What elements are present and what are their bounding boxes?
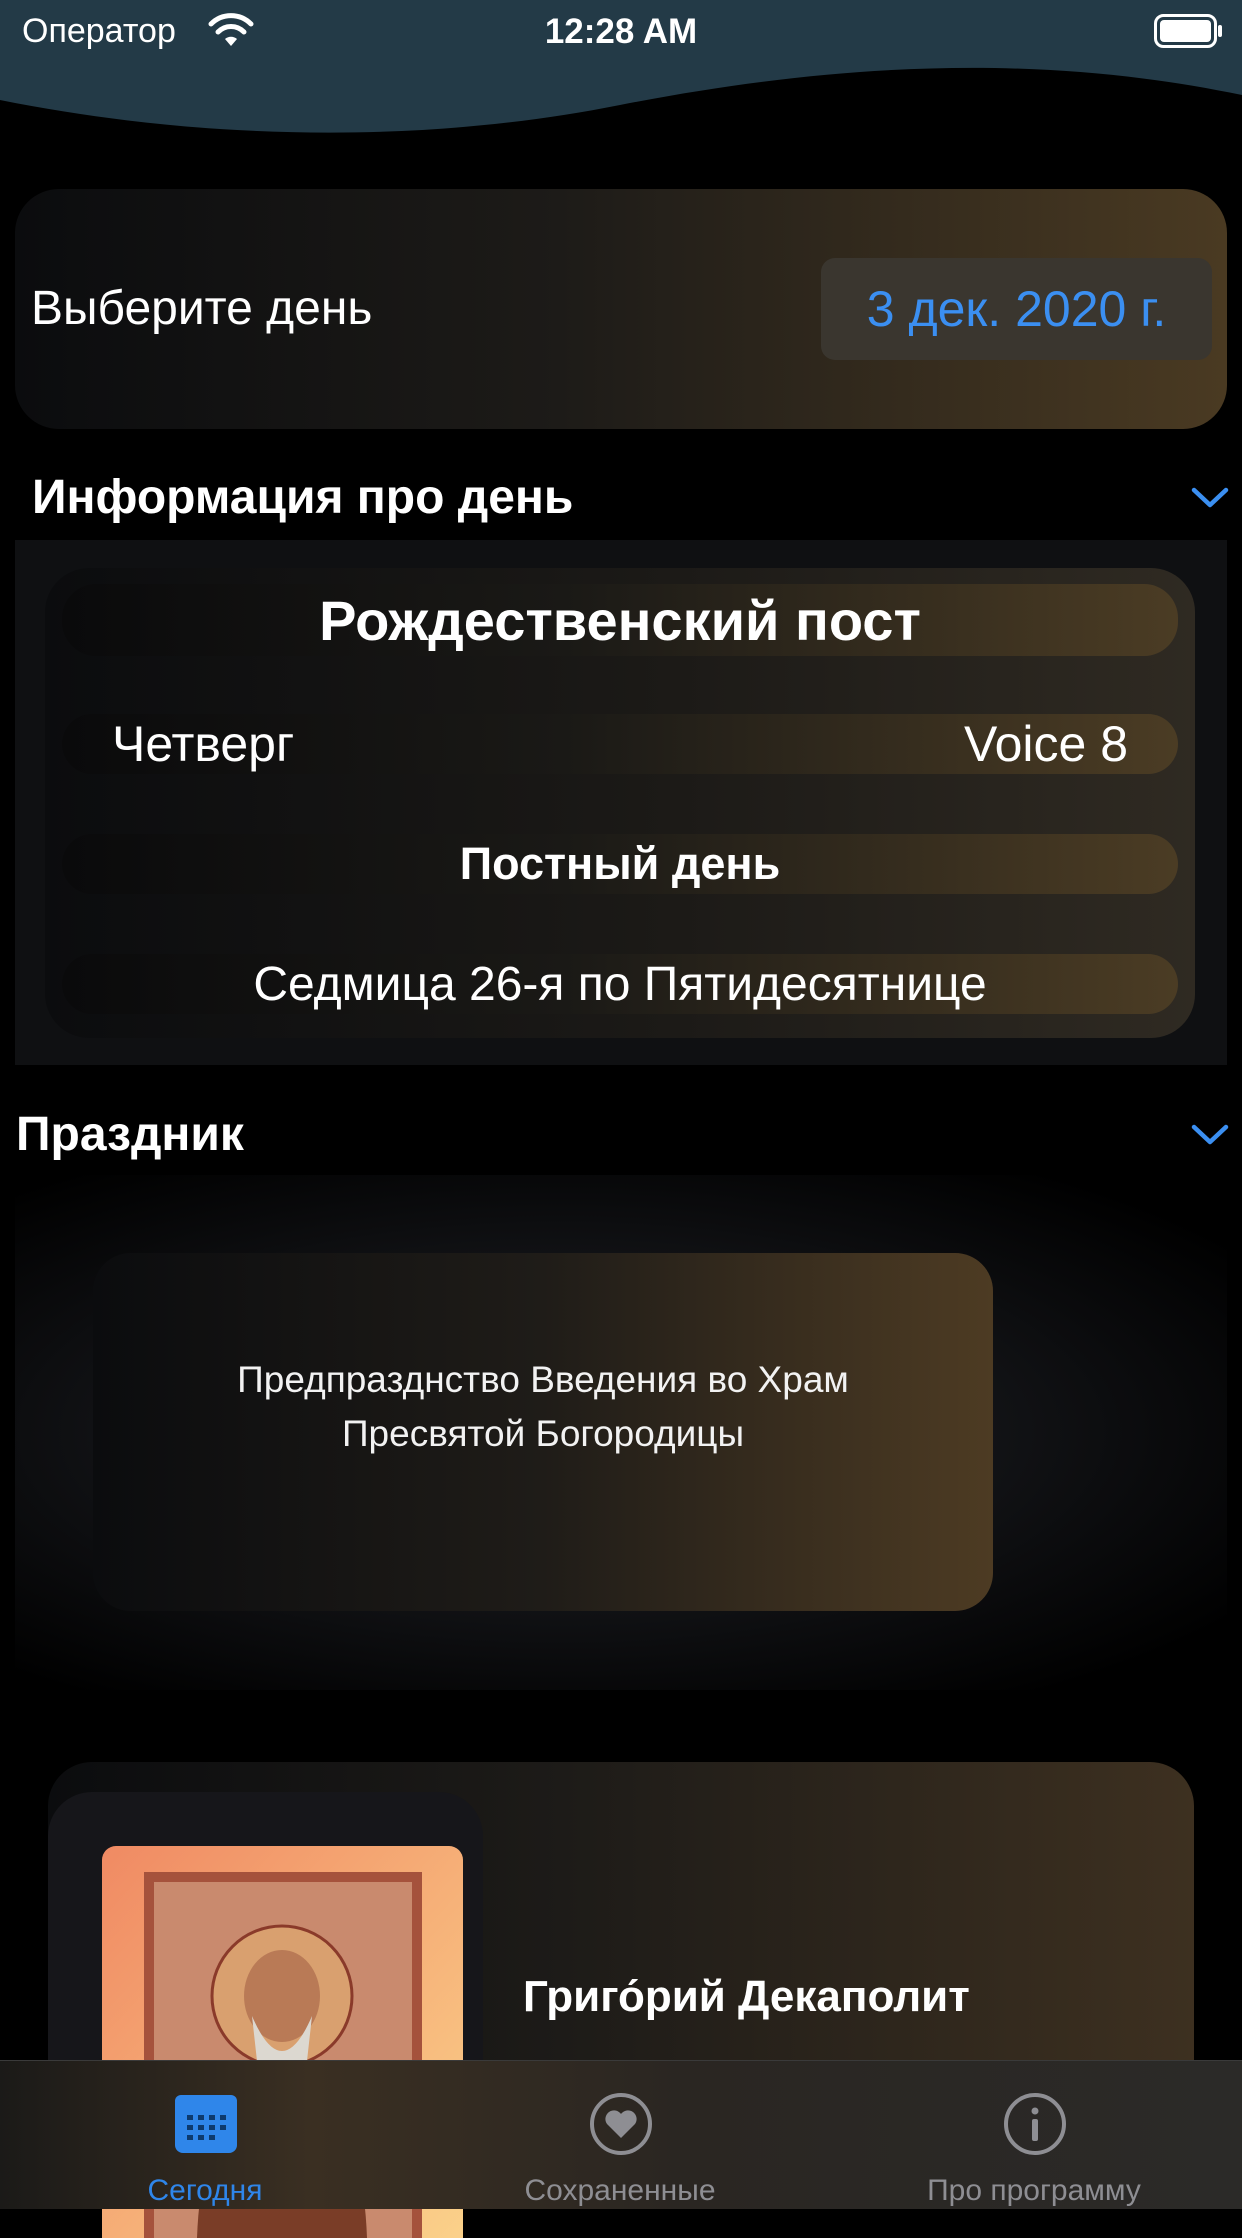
- fast-name-row: Рождественский пост: [62, 584, 1178, 656]
- voice: Voice 8: [963, 716, 1128, 772]
- week-row: Седмица 26-я по Пятидесятнице: [62, 954, 1178, 1014]
- day-info-card: Рождественский пост Четверг Voice 8 Пост…: [45, 568, 1195, 1038]
- feast-section: Предпразднство Введения во Храм Пресвято…: [15, 1175, 1227, 1690]
- fasting-row: Постный день: [62, 834, 1178, 894]
- tab-about-label: Про программу: [927, 2174, 1141, 2207]
- tab-bar: Сегодня Сохраненные Про программу: [0, 2060, 1242, 2209]
- tab-saved-label: Сохраненные: [524, 2174, 716, 2207]
- tab-today[interactable]: Сегодня: [55, 2061, 355, 2209]
- feast-card[interactable]: Предпразднство Введения во Храм Пресвято…: [93, 1253, 993, 1611]
- date-picker-button[interactable]: 3 дек. 2020 г.: [821, 258, 1212, 360]
- saint-name: Григо́рий Декаполит: [523, 1972, 970, 2021]
- chevron-down-icon[interactable]: [1191, 486, 1229, 510]
- tab-saved[interactable]: Сохраненные: [470, 2061, 770, 2209]
- heart-icon: [590, 2093, 652, 2155]
- calendar-icon: [175, 2095, 237, 2153]
- tab-about[interactable]: Про программу: [884, 2061, 1184, 2209]
- weekday-row: Четверг Voice 8: [62, 714, 1178, 774]
- status-bar: Оператор 12:28 AM: [0, 0, 1242, 62]
- fasting-status: Постный день: [459, 838, 781, 889]
- date-picker-card: Выберите день 3 дек. 2020 г.: [15, 189, 1227, 429]
- date-picker-label: Выберите день: [31, 282, 373, 335]
- week-name: Седмица 26-я по Пятидесятнице: [253, 957, 987, 1011]
- feast-header[interactable]: Праздник: [16, 1107, 244, 1162]
- tab-today-label: Сегодня: [147, 2174, 263, 2207]
- chevron-down-icon[interactable]: [1191, 1123, 1229, 1147]
- day-info-header[interactable]: Информация про день: [32, 470, 573, 525]
- weekday: Четверг: [112, 716, 295, 772]
- info-icon: [1004, 2093, 1066, 2155]
- clock: 12:28 AM: [544, 12, 698, 51]
- fast-name: Рождественский пост: [319, 588, 921, 652]
- battery-icon: [1154, 14, 1222, 48]
- day-info-section: Рождественский пост Четверг Voice 8 Пост…: [15, 540, 1227, 1065]
- feast-name: Предпразднство Введения во Храм Пресвято…: [237, 1359, 849, 1454]
